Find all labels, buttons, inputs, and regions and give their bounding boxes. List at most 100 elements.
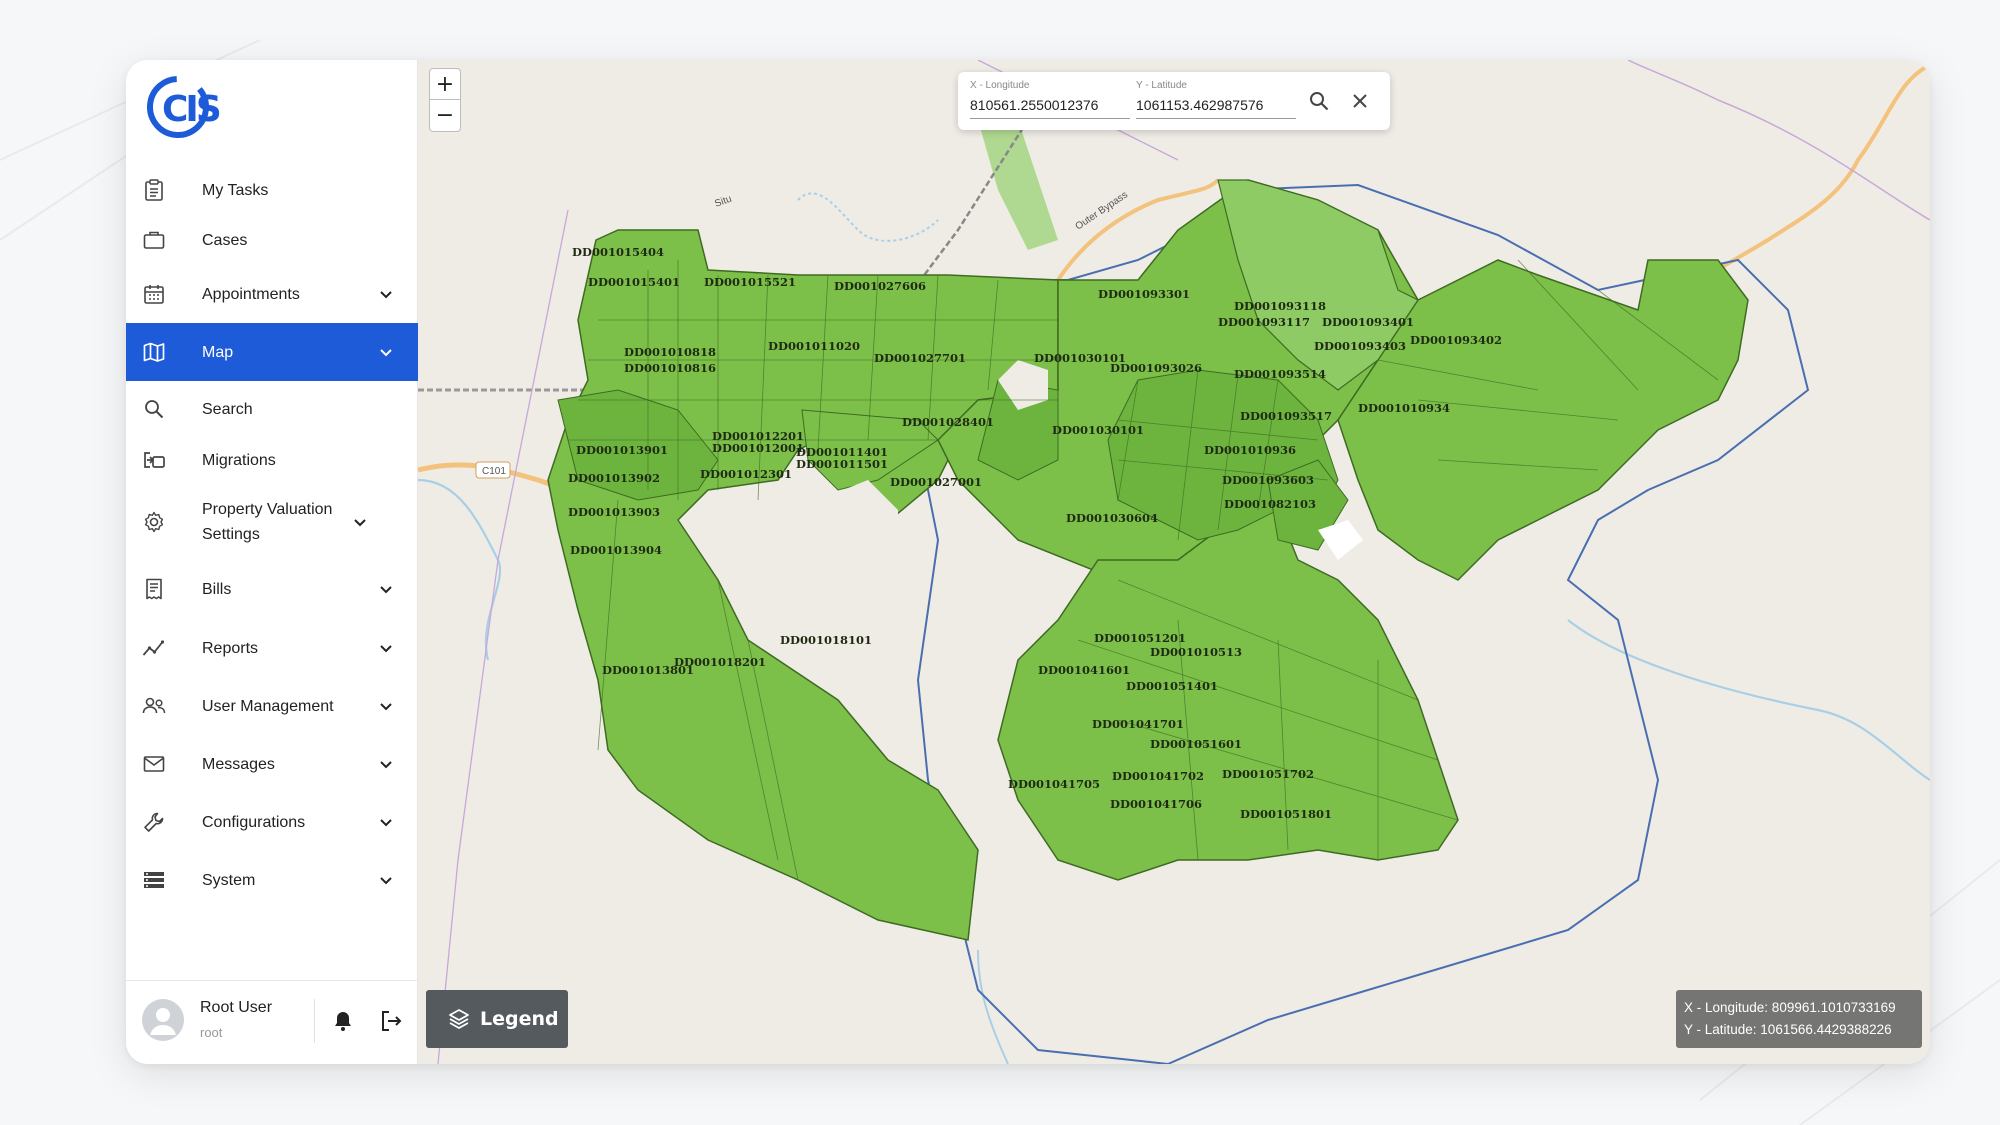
parcel-label[interactable]: DD001011501 (796, 457, 888, 471)
parcel-label[interactable]: DD001041705 (1008, 777, 1100, 791)
sidebar-item-bills[interactable]: Bills (126, 559, 418, 619)
coordinate-search-panel: X - Longitude Y - Latitude (958, 72, 1390, 130)
cis-logo[interactable]: CIS (142, 72, 223, 142)
parcel-label[interactable]: DD001030604 (1066, 511, 1158, 525)
sidebar-item-label: Appointments (202, 285, 300, 303)
sidebar-item-messages[interactable]: Messages (126, 735, 418, 793)
parcel-label[interactable]: DD001093514 (1234, 367, 1326, 381)
parcel-label[interactable]: DD001082103 (1224, 497, 1316, 511)
sidebar-item-user-management[interactable]: User Management (126, 677, 418, 735)
parcel-label[interactable]: DD001012301 (700, 467, 792, 481)
parcel-label[interactable]: DD001010936 (1204, 443, 1296, 457)
layers-icon (449, 1009, 469, 1029)
map-layer[interactable]: C101 Outer Bypass Situ DD001015404 DD001… (418, 60, 1930, 1064)
sidebar-item-label: My Tasks (202, 181, 269, 199)
parcel-label[interactable]: DD001051801 (1240, 807, 1332, 821)
search-icon[interactable] (1308, 90, 1330, 112)
sidebar-item-search[interactable]: Search (126, 383, 418, 435)
parcel-label[interactable]: DD001093603 (1222, 473, 1314, 487)
zoom-out-button[interactable]: − (430, 100, 460, 131)
parcel-label[interactable]: DD001051401 (1126, 679, 1218, 693)
parcel-label[interactable]: DD001010934 (1358, 401, 1450, 415)
parcel-label[interactable]: DD001013904 (570, 543, 662, 557)
avatar[interactable] (142, 999, 184, 1041)
parcel-label[interactable]: DD001030101 (1052, 423, 1144, 437)
latitude-input[interactable] (1136, 91, 1296, 119)
chevron-down-icon[interactable] (378, 814, 394, 830)
zoom-in-button[interactable]: + (430, 69, 460, 100)
parcel-label[interactable]: DD001010818 (624, 345, 716, 359)
sidebar-item-configurations[interactable]: Configurations (126, 793, 418, 851)
parcel-label[interactable]: DD001015401 (588, 275, 680, 289)
parcel-label[interactable]: DD001018201 (674, 655, 766, 669)
sidebar-item-label: Cases (202, 231, 248, 249)
parcel-label[interactable]: DD001051702 (1222, 767, 1314, 781)
wrench-icon (142, 810, 166, 834)
parcel-label[interactable]: DD001010816 (624, 361, 716, 375)
sidebar-item-label: Map (202, 343, 234, 361)
parcel-label[interactable]: DD001027606 (834, 279, 926, 293)
close-icon[interactable] (1350, 91, 1370, 111)
sidebar-item-label: Search (202, 400, 253, 418)
parcel-label[interactable]: DD001027001 (890, 475, 982, 489)
latitude-field-group: Y - Latitude (1136, 80, 1296, 119)
sidebar-item-cases[interactable]: Cases (126, 215, 418, 265)
parcel-label[interactable]: DD001093517 (1240, 409, 1332, 423)
logout-icon[interactable] (379, 1009, 403, 1033)
mouse-position-display: X - Longitude: 809961.1010733169 Y - Lat… (1676, 990, 1922, 1048)
longitude-label: X - Longitude (970, 80, 1030, 91)
parcel-label[interactable]: DD001012001 (712, 441, 804, 455)
parcel-label[interactable]: DD001028401 (902, 415, 994, 429)
parcel-label[interactable]: DD001013902 (568, 471, 660, 485)
chevron-down-icon[interactable] (378, 581, 394, 597)
search-icon (142, 397, 166, 421)
sidebar-item-system[interactable]: System (126, 851, 418, 909)
parcel-label[interactable]: DD001093117 (1218, 315, 1310, 329)
parcel-label[interactable]: DD001093401 (1322, 315, 1414, 329)
longitude-input[interactable] (970, 91, 1130, 119)
parcel-label[interactable]: DD001041701 (1092, 717, 1184, 731)
parcel-label[interactable]: DD001010513 (1150, 645, 1242, 659)
legend-button[interactable]: Legend (426, 990, 568, 1048)
parcel-label[interactable]: DD001015404 (572, 245, 664, 259)
bell-icon[interactable] (331, 1009, 355, 1033)
zoom-control: + − (429, 68, 461, 132)
parcel-label[interactable]: DD001041702 (1112, 769, 1204, 783)
parcel-label[interactable]: DD001027701 (874, 351, 966, 365)
calendar-icon (142, 282, 166, 306)
chevron-down-icon[interactable] (352, 514, 368, 530)
user-role: root (200, 1025, 223, 1040)
sidebar-item-reports[interactable]: Reports (126, 619, 418, 677)
sidebar-item-property-valuation-settings[interactable]: Property Valuation Settings (126, 485, 418, 559)
sidebar-item-label: Migrations (202, 451, 276, 469)
parcel-label[interactable]: DD001093026 (1110, 361, 1202, 375)
parcel-label[interactable]: DD001051201 (1094, 631, 1186, 645)
parcel-label[interactable]: DD001018101 (780, 633, 872, 647)
map-canvas[interactable]: C101 Outer Bypass Situ DD001015404 DD001… (418, 60, 1930, 1064)
chevron-down-icon[interactable] (378, 344, 394, 360)
parcel-label[interactable]: DD001051601 (1150, 737, 1242, 751)
map-icon (142, 340, 166, 364)
sidebar-item-migrations[interactable]: Migrations (126, 435, 418, 485)
parcel-label[interactable]: DD001093118 (1234, 299, 1326, 313)
chevron-down-icon[interactable] (378, 756, 394, 772)
parcel-label[interactable]: DD001093301 (1098, 287, 1190, 301)
parcel-label[interactable]: DD001013903 (568, 505, 660, 519)
parcel-label[interactable]: DD001015521 (704, 275, 796, 289)
sidebar-item-appointments[interactable]: Appointments (126, 265, 418, 323)
chevron-down-icon[interactable] (378, 872, 394, 888)
chevron-down-icon[interactable] (378, 640, 394, 656)
sidebar-item-map[interactable]: Map (126, 323, 418, 381)
parcel-label[interactable]: DD001093403 (1314, 339, 1406, 353)
chevron-down-icon[interactable] (378, 286, 394, 302)
parcel-label[interactable]: DD001041706 (1110, 797, 1202, 811)
parcel-label[interactable]: DD001093402 (1410, 333, 1502, 347)
parcel-label[interactable]: DD001013901 (576, 443, 668, 457)
sidebar-item-my-tasks[interactable]: My Tasks (126, 165, 418, 215)
parcel-label[interactable]: DD001041601 (1038, 663, 1130, 677)
chevron-down-icon[interactable] (378, 698, 394, 714)
migrate-icon (142, 448, 166, 472)
parcel-label[interactable]: DD001011020 (768, 339, 860, 353)
server-icon (142, 868, 166, 892)
sidebar: CIS My Tasks Cases Appointments Map Sear… (126, 60, 418, 1064)
